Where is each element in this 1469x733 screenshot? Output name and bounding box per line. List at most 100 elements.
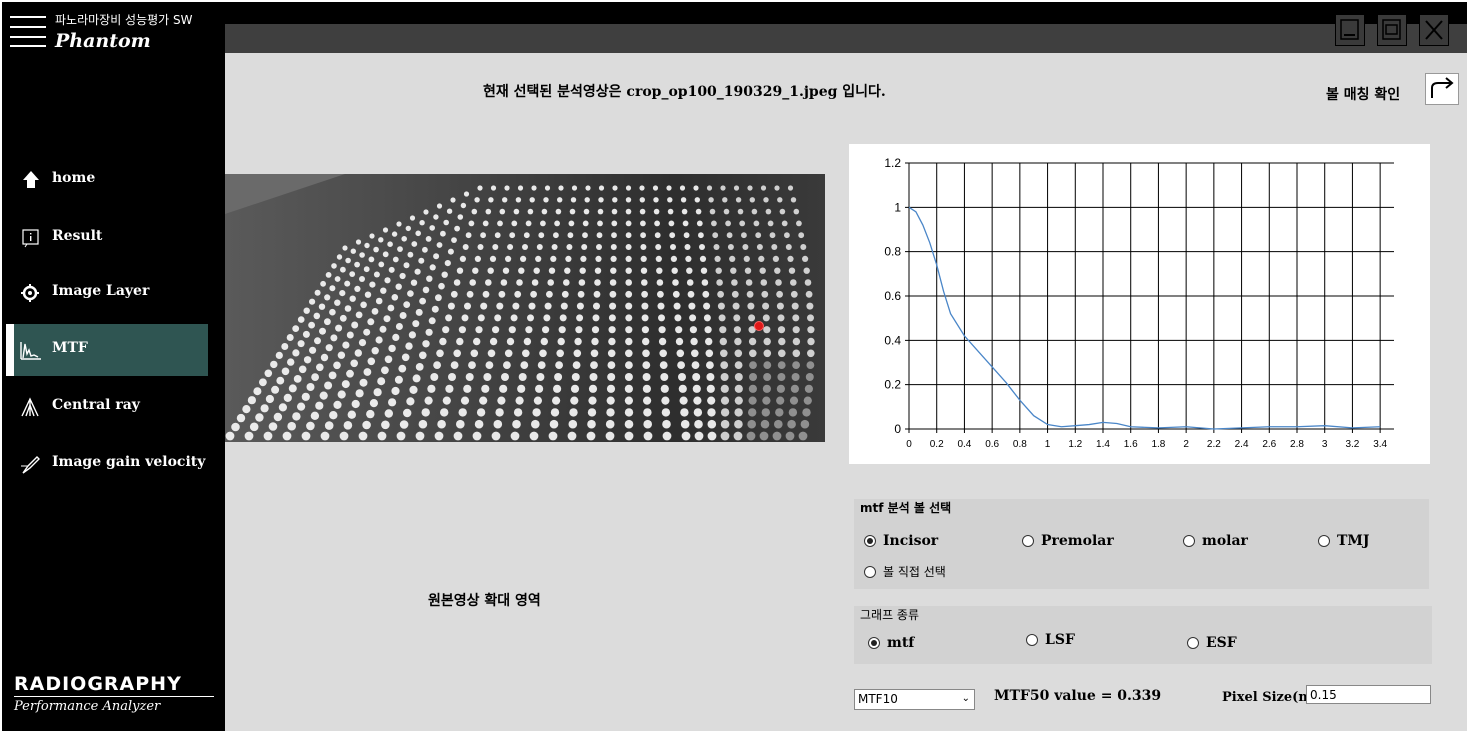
phantom-ball: [753, 220, 760, 227]
phantom-ball: [359, 276, 365, 282]
phantom-ball: [535, 255, 542, 262]
radio-tmj[interactable]: TMJ: [1318, 533, 1370, 549]
phantom-ball: [529, 431, 539, 441]
phantom-ball: [765, 208, 772, 215]
phantom-ball: [596, 232, 603, 239]
maximize-button[interactable]: [1377, 14, 1407, 46]
phantom-ball: [494, 232, 501, 239]
menu-icon[interactable]: [10, 14, 48, 48]
phantom-ball: [430, 373, 439, 381]
phantom-ball: [742, 244, 749, 250]
phantom-ball: [792, 326, 800, 334]
phantom-ball: [625, 232, 632, 239]
sidebar-item-mtf[interactable]: MTF: [6, 324, 208, 376]
phantom-ball: [589, 373, 598, 381]
sidebar-item-central-ray[interactable]: Central ray: [6, 381, 208, 433]
phantom-ball: [504, 185, 510, 191]
radio-premolar[interactable]: Premolar: [1022, 533, 1114, 549]
y-tick-label: 0: [894, 422, 901, 436]
phantom-ball: [270, 360, 278, 369]
phantom-ball: [557, 197, 563, 203]
phantom-ball: [509, 232, 516, 239]
x-tick-label: 1.8: [1151, 439, 1165, 450]
phantom-ball: [344, 280, 351, 287]
phantom-ball: [532, 408, 541, 417]
phantom-ball: [429, 264, 436, 271]
phantom-ball: [472, 431, 482, 441]
phantom-ball: [790, 197, 797, 203]
mtf-level-select[interactable]: MTF10 ⌄: [854, 689, 975, 710]
radio-direct-select[interactable]: 볼 직접 선택: [864, 563, 946, 580]
radio-mtf[interactable]: mtf: [868, 635, 914, 651]
crosshair-icon: [21, 284, 39, 302]
phantom-ball: [236, 413, 246, 423]
ball-match-button[interactable]: [1425, 73, 1459, 105]
phantom-ball: [781, 220, 788, 227]
sidebar-item-image-layer[interactable]: Image Layer: [6, 267, 208, 319]
minimize-button[interactable]: [1335, 14, 1365, 46]
phantom-ball: [444, 260, 451, 267]
redirect-arrow-icon: [1431, 77, 1454, 98]
radio-molar[interactable]: molar: [1183, 533, 1248, 549]
phantom-ball: [656, 267, 663, 274]
phantom-ball: [668, 220, 675, 227]
phantom-ball: [734, 396, 743, 405]
phantom-ball: [699, 255, 707, 262]
x-tick-label: 1.2: [1068, 439, 1082, 450]
y-tick-label: 1: [894, 200, 901, 214]
phantom-ball: [563, 279, 570, 286]
phantom-ball: [421, 408, 430, 417]
phantom-ball: [611, 208, 618, 215]
phantom-ball: [591, 337, 599, 346]
phantom-ball: [774, 267, 781, 274]
phantom-ball: [625, 290, 633, 298]
phantom-ball: [597, 220, 603, 227]
phantom-ball: [683, 232, 690, 239]
phantom-ball: [760, 279, 768, 286]
radio-dot: [1187, 637, 1199, 649]
phantom-ball: [384, 409, 393, 418]
pixel-size-input[interactable]: [1306, 685, 1431, 704]
phantom-ball: [759, 431, 769, 441]
phantom-ball: [792, 314, 800, 322]
phantom-ball: [679, 396, 688, 405]
phantom-ball: [686, 267, 693, 274]
x-tick-label: 2.4: [1235, 439, 1249, 450]
sidebar-item-label: Result: [52, 228, 103, 244]
phantom-ball: [351, 321, 359, 329]
phantom-ball: [410, 279, 418, 286]
phantom-ball: [474, 255, 481, 262]
phantom-ball: [734, 373, 743, 381]
phantom-ball: [518, 267, 525, 274]
y-tick-label: 0.6: [884, 289, 901, 303]
phantom-ball: [371, 308, 379, 315]
sidebar-item-image-gain-velocity[interactable]: Image gain velocity: [6, 438, 208, 490]
radio-incisor[interactable]: Incisor: [864, 533, 938, 549]
phantom-ball: [403, 301, 411, 308]
phantom-ball: [679, 185, 686, 191]
phantom-ball: [735, 197, 742, 203]
phantom-ball: [790, 384, 800, 393]
phantom-ball: [510, 314, 518, 322]
phantom-ball: [436, 242, 443, 248]
close-button[interactable]: [1419, 14, 1449, 46]
phantom-ball: [456, 419, 465, 429]
phantom-ball: [727, 244, 734, 250]
phantom-ball: [594, 279, 601, 286]
radio-esf[interactable]: ESF: [1187, 635, 1237, 651]
phantom-ball: [407, 290, 414, 297]
sidebar-item-result[interactable]: Result: [6, 212, 208, 264]
phantom-ball: [373, 271, 380, 278]
phantom-ball: [580, 255, 587, 262]
phantom-ball: [687, 290, 695, 298]
phantom-ball: [570, 396, 579, 405]
phantom-ball: [761, 290, 769, 298]
radiograph-image[interactable]: [225, 174, 825, 442]
phantom-ball: [406, 397, 415, 406]
phantom-ball: [790, 279, 797, 286]
phantom-ball: [330, 334, 338, 342]
phantom-ball: [424, 396, 433, 405]
sidebar-item-home[interactable]: home: [6, 154, 208, 206]
phantom-ball: [309, 298, 316, 305]
radio-lsf[interactable]: LSF: [1026, 632, 1075, 648]
